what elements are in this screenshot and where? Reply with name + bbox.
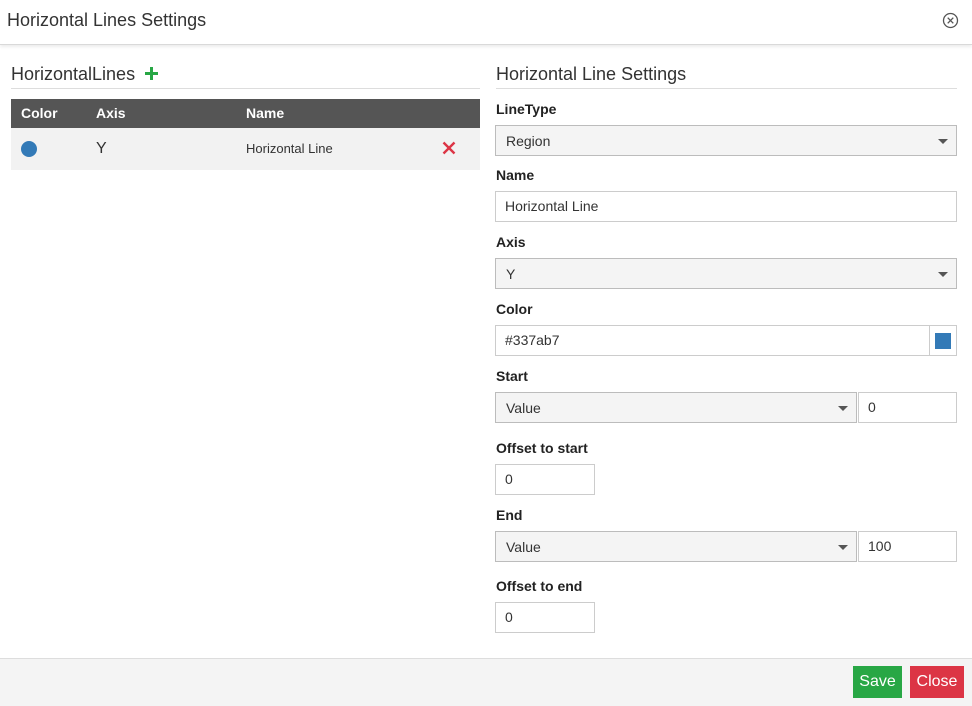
- axis-label: Axis: [496, 234, 526, 250]
- offset-end-input[interactable]: 0: [495, 602, 595, 633]
- end-value-input[interactable]: 100: [858, 531, 957, 562]
- start-mode-select[interactable]: Value: [495, 392, 857, 423]
- add-line-icon[interactable]: [145, 67, 158, 80]
- chevron-down-icon: [938, 272, 948, 277]
- row-axis: Y: [96, 140, 107, 157]
- end-mode-select[interactable]: Value: [495, 531, 857, 562]
- axis-value: Y: [506, 266, 516, 282]
- start-mode-value: Value: [506, 400, 541, 416]
- offset-start-label: Offset to start: [496, 440, 588, 456]
- dialog-title: Horizontal Lines Settings: [7, 10, 207, 30]
- chevron-down-icon: [838, 406, 848, 411]
- close-button[interactable]: Close: [910, 666, 964, 698]
- lines-table-header: Color Axis Name: [11, 99, 480, 128]
- color-label: Color: [496, 301, 533, 317]
- line-settings-title: Horizontal Line Settings: [496, 64, 687, 84]
- linetype-select[interactable]: Region: [495, 125, 957, 156]
- row-name: Horizontal Line: [246, 141, 333, 156]
- table-row[interactable]: Y Horizontal Line: [11, 128, 480, 170]
- end-mode-value: Value: [506, 539, 541, 555]
- linetype-value: Region: [506, 133, 551, 149]
- name-input[interactable]: Horizontal Line: [495, 191, 957, 222]
- col-header-name: Name: [246, 105, 285, 121]
- chevron-down-icon: [938, 139, 948, 144]
- offset-end-label: Offset to end: [496, 578, 583, 594]
- dialog-header: Horizontal Lines Settings: [0, 0, 972, 45]
- color-picker-button[interactable]: [929, 325, 957, 356]
- start-label: Start: [496, 368, 528, 384]
- dialog-footer: [0, 658, 972, 706]
- right-divider: [496, 88, 957, 89]
- left-divider: [11, 88, 480, 89]
- color-swatch: [935, 333, 951, 349]
- start-value-input[interactable]: 0: [858, 392, 957, 423]
- delete-x-icon[interactable]: [441, 140, 457, 156]
- close-circle-icon[interactable]: [942, 12, 959, 29]
- horizontal-lines-title: HorizontalLines: [11, 64, 136, 84]
- save-button[interactable]: Save: [853, 666, 902, 698]
- chevron-down-icon: [838, 545, 848, 550]
- name-label: Name: [496, 167, 535, 183]
- col-header-color: Color: [21, 105, 58, 121]
- col-header-axis: Axis: [96, 105, 126, 121]
- axis-select[interactable]: Y: [495, 258, 957, 289]
- end-label: End: [496, 507, 523, 523]
- color-input[interactable]: #337ab7: [495, 325, 930, 356]
- offset-start-input[interactable]: 0: [495, 464, 595, 495]
- line-color-dot: [21, 141, 37, 157]
- linetype-label: LineType: [496, 101, 557, 117]
